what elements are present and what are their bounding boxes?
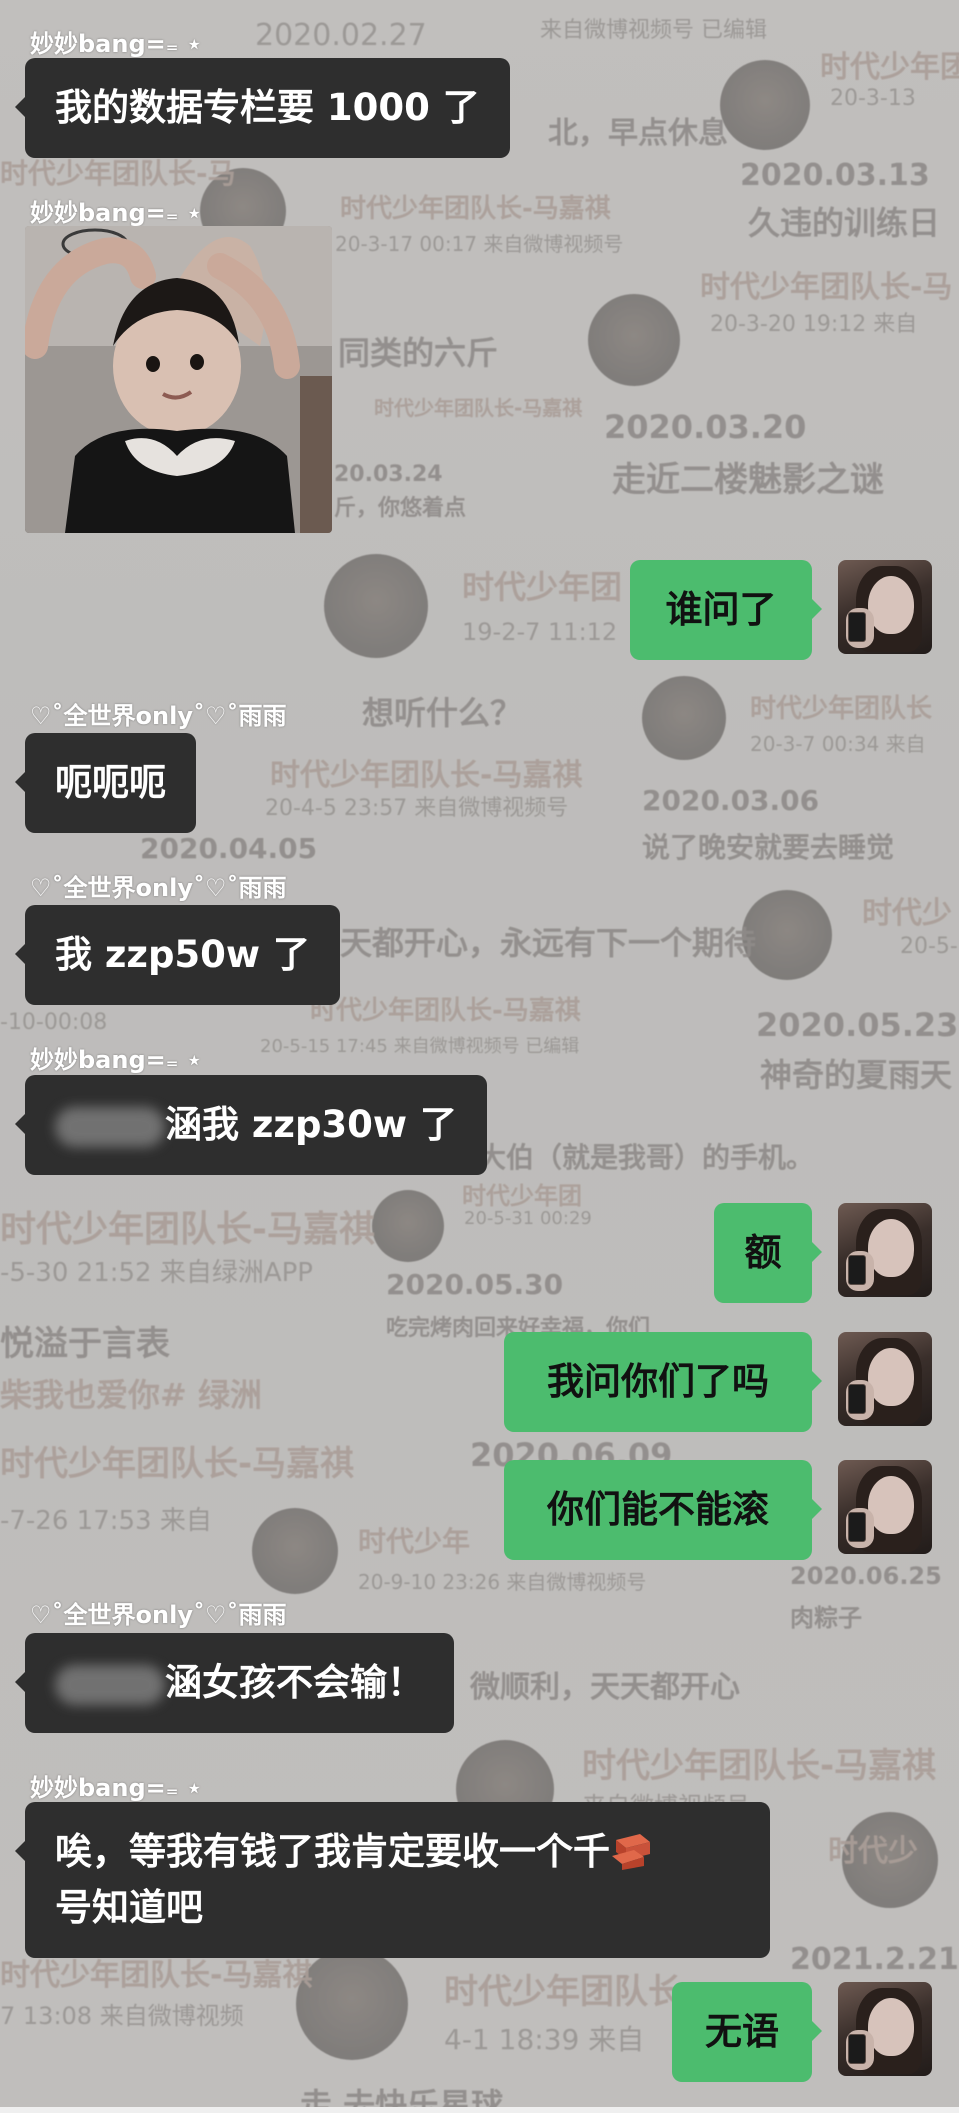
message-text: 涵我 zzp30w 了	[165, 1103, 457, 1146]
self-avatar[interactable]	[838, 1460, 932, 1554]
message-bubble-outgoing[interactable]: 谁问了	[630, 560, 822, 660]
sender-name: ♡˚全世界only˚♡˚雨雨	[30, 1601, 287, 1629]
bottom-edge	[0, 2107, 959, 2113]
message-bubble-outgoing[interactable]: 我问你们了吗	[504, 1332, 822, 1432]
message-bubble-outgoing[interactable]: 你们能不能滚	[504, 1460, 822, 1560]
self-avatar[interactable]	[838, 1203, 932, 1297]
sender-name: 妙妙bang=₌ ⋆	[30, 1046, 202, 1074]
self-avatar[interactable]	[838, 560, 932, 654]
sender-name: ♡˚全世界only˚♡˚雨雨	[30, 702, 287, 730]
sender-name: 妙妙bang=₌ ⋆	[30, 30, 202, 58]
bricks-emoji-icon	[610, 1830, 654, 1870]
baby-sticker-image[interactable]	[25, 226, 332, 533]
message-bubble-incoming[interactable]: 我 zzp50w 了	[15, 905, 340, 1005]
self-avatar[interactable]	[838, 1982, 932, 2076]
message-bubble-incoming[interactable]: 唉，等我有钱了我肯定要收一个千 号知道吧	[15, 1802, 770, 1958]
redacted-blur	[55, 1106, 165, 1147]
message-text-line-2: 号知道吧	[55, 1886, 203, 1929]
sender-name: 妙妙bang=₌ ⋆	[30, 1774, 202, 1802]
message-bubble-outgoing[interactable]: 无语	[672, 1982, 822, 2082]
message-bubble-incoming[interactable]: 涵女孩不会输！	[15, 1633, 454, 1733]
message-bubble-incoming[interactable]: 呃呃呃	[15, 733, 196, 833]
message-bubble-incoming[interactable]: 涵我 zzp30w 了	[15, 1075, 487, 1175]
message-text-line-1: 唉，等我有钱了我肯定要收一个千	[55, 1830, 610, 1873]
redacted-blur	[55, 1664, 165, 1705]
chat-message-list: 妙妙bang=₌ ⋆ 我的数据专栏要 1000 了 妙妙bang=₌ ⋆ 谁问了…	[0, 0, 959, 2113]
sender-name: 妙妙bang=₌ ⋆	[30, 199, 202, 227]
message-bubble-incoming[interactable]: 我的数据专栏要 1000 了	[15, 58, 510, 158]
message-bubble-outgoing[interactable]: 额	[714, 1203, 822, 1303]
message-text: 涵女孩不会输！	[165, 1661, 424, 1704]
sender-name: ♡˚全世界only˚♡˚雨雨	[30, 874, 287, 902]
self-avatar[interactable]	[838, 1332, 932, 1426]
